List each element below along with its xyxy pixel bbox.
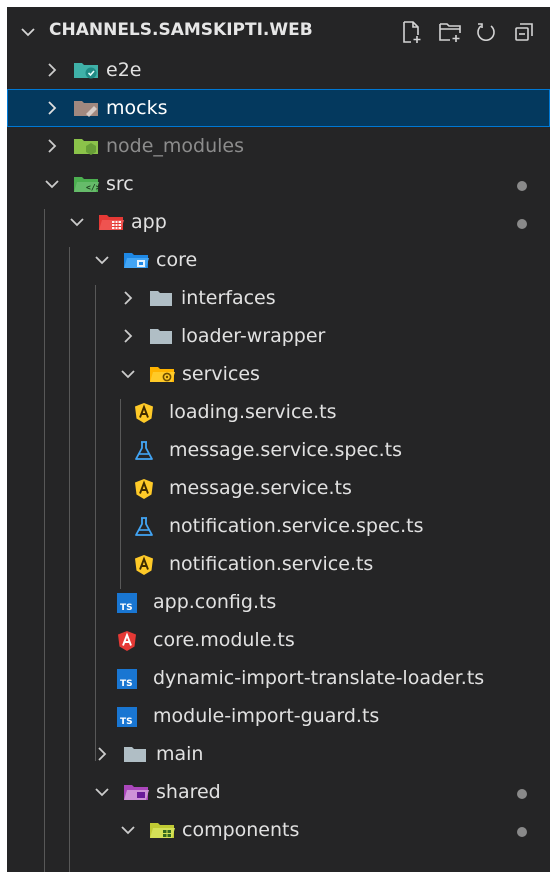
tree-item-main[interactable]: main <box>7 735 550 773</box>
modified-indicator <box>517 827 527 837</box>
collapse-all-icon <box>515 23 533 41</box>
new-folder-button[interactable] <box>437 19 463 45</box>
tree-item-message-service[interactable]: message.service.ts <box>7 469 550 507</box>
tree-item-label: components <box>182 819 300 841</box>
tree-item-dynamic-import-translate-loader[interactable]: TS dynamic-import-translate-loader.ts <box>7 659 550 697</box>
tree-item-label: mocks <box>106 97 168 119</box>
test-flask-icon <box>135 517 153 536</box>
tree-item-label: app <box>131 211 167 233</box>
tree-item-src[interactable]: </> src <box>7 165 550 203</box>
test-flask-icon <box>135 441 153 460</box>
chevron-right-icon[interactable] <box>43 137 61 155</box>
svg-text:TS: TS <box>120 603 133 613</box>
e2e-folder-icon <box>74 63 98 79</box>
window-border-left <box>0 0 7 872</box>
tree-item-core-module[interactable]: core.module.ts <box>7 621 550 659</box>
svg-text:</>: </> <box>86 183 99 192</box>
tree-item-label: e2e <box>106 59 142 81</box>
core-folder-icon <box>124 253 149 268</box>
chevron-down-icon[interactable] <box>93 251 111 269</box>
chevron-down-icon[interactable] <box>119 365 137 383</box>
chevron-right-icon[interactable] <box>119 327 137 345</box>
folder-icon <box>124 747 146 762</box>
tree-item-services[interactable]: services <box>7 355 550 393</box>
chevron-down-icon[interactable] <box>119 821 137 839</box>
tree-item-node-modules[interactable]: node_modules <box>7 127 550 165</box>
explorer-section-header[interactable]: CHANNELS.SAMSKIPTI.WEB <box>7 7 550 57</box>
folder-icon <box>150 329 172 344</box>
tree-item-label: message.service.spec.ts <box>169 439 403 461</box>
tree-item-label: notification.service.ts <box>169 553 374 575</box>
tree-item-module-import-guard[interactable]: TS module-import-guard.ts <box>7 697 550 735</box>
window-border-top <box>0 0 554 7</box>
tree-item-notification-service[interactable]: notification.service.ts <box>7 545 550 583</box>
new-folder-icon <box>439 23 461 42</box>
angular-service-icon <box>135 555 153 575</box>
tree-item-label: module-import-guard.ts <box>153 705 380 727</box>
refresh-icon <box>477 23 495 41</box>
tree-item-label: core <box>156 249 198 271</box>
chevron-right-icon[interactable] <box>93 745 111 763</box>
src-folder-icon: </> <box>74 177 99 192</box>
tree-item-app[interactable]: app <box>7 203 550 241</box>
node-folder-icon <box>74 139 98 155</box>
tree-item-label: message.service.ts <box>169 477 352 499</box>
svg-text:TS: TS <box>120 717 133 727</box>
tree-item-shared[interactable]: shared <box>7 773 550 811</box>
window-border-right <box>550 0 554 872</box>
angular-service-icon <box>135 479 153 499</box>
tree-item-e2e[interactable]: e2e <box>7 51 550 89</box>
chevron-down-icon[interactable] <box>19 23 37 41</box>
tree-item-label: loading.service.ts <box>169 401 337 423</box>
tree-item-label: dynamic-import-translate-loader.ts <box>153 667 485 689</box>
mocks-folder-icon <box>74 101 98 117</box>
tree-item-label: notification.service.spec.ts <box>169 515 424 537</box>
tree-item-label: main <box>156 743 204 765</box>
chevron-right-icon[interactable] <box>43 61 61 79</box>
new-file-icon <box>403 21 421 43</box>
chevron-down-icon[interactable] <box>93 783 111 801</box>
modified-indicator <box>517 789 527 799</box>
chevron-down-icon[interactable] <box>68 213 86 231</box>
tree-item-label: interfaces <box>181 287 276 309</box>
tree-item-mocks[interactable]: mocks <box>7 89 550 127</box>
tree-item-notification-service-spec[interactable]: notification.service.spec.ts <box>7 507 550 545</box>
tree-item-app-config[interactable]: TS app.config.ts <box>7 583 550 621</box>
tree-item-core[interactable]: core <box>7 241 550 279</box>
tree-item-label: src <box>106 173 134 195</box>
modified-indicator <box>517 219 527 229</box>
tree-item-label: app.config.ts <box>153 591 277 613</box>
svg-text:TS: TS <box>120 679 133 689</box>
typescript-icon: TS <box>117 707 137 727</box>
tree-item-label: shared <box>156 781 221 803</box>
tree-item-loader-wrapper[interactable]: loader-wrapper <box>7 317 550 355</box>
refresh-button[interactable] <box>473 19 499 45</box>
chevron-right-icon[interactable] <box>119 289 137 307</box>
shared-folder-icon <box>124 785 149 800</box>
app-folder-icon <box>99 215 124 230</box>
components-folder-icon <box>150 823 175 838</box>
tree-item-label: core.module.ts <box>153 629 295 651</box>
tree-item-label: node_modules <box>106 135 245 157</box>
new-file-button[interactable] <box>399 19 425 45</box>
tree-item-label: loader-wrapper <box>181 325 326 347</box>
collapse-all-button[interactable] <box>511 19 537 45</box>
chevron-right-icon[interactable] <box>43 99 61 117</box>
tree-item-message-service-spec[interactable]: message.service.spec.ts <box>7 431 550 469</box>
typescript-icon: TS <box>117 593 137 613</box>
chevron-down-icon[interactable] <box>43 175 61 193</box>
tree-item-interfaces[interactable]: interfaces <box>7 279 550 317</box>
workspace-root-title: CHANNELS.SAMSKIPTI.WEB <box>49 20 313 40</box>
angular-service-icon <box>135 403 153 423</box>
tree-item-components[interactable]: components <box>7 811 550 849</box>
modified-indicator <box>517 181 527 191</box>
tree-item-label: services <box>182 363 260 385</box>
services-folder-icon <box>150 367 175 382</box>
tree-item-loading-service[interactable]: loading.service.ts <box>7 393 550 431</box>
typescript-icon: TS <box>117 669 137 689</box>
angular-module-icon <box>118 631 136 651</box>
folder-icon <box>150 291 172 306</box>
